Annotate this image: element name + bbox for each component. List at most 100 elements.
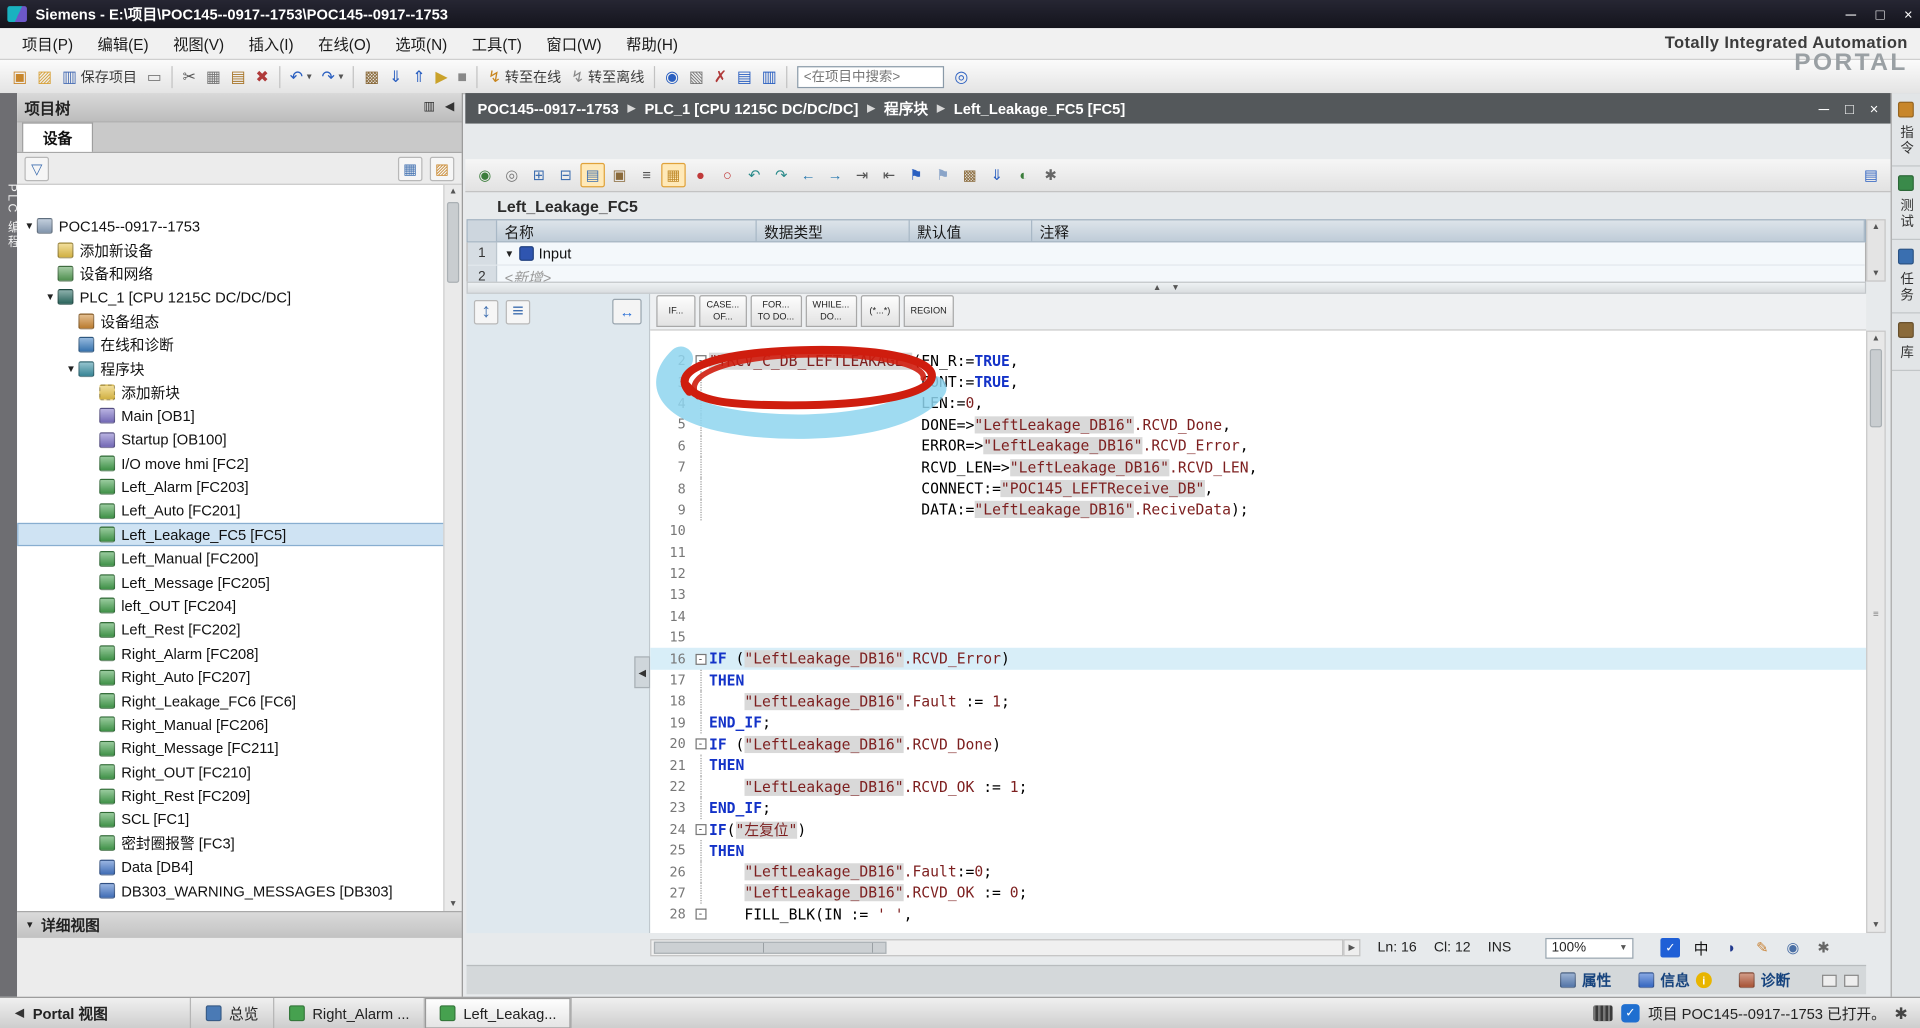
code-line[interactable]: 16-IF ("LeftLeakage_DB16".RCVD_Error) <box>650 648 1866 669</box>
code-line[interactable]: 18"LeftLeakage_DB16".Fault := 1; <box>650 691 1866 712</box>
inspector-tab-properties[interactable]: 属性 <box>1548 967 1624 993</box>
code-line[interactable]: 8CONNECT:="POC145_LEFTReceive_DB", <box>650 478 1866 499</box>
minimize-window-icon[interactable]: ─ <box>1846 6 1856 23</box>
tree-item[interactable]: 设备和网络 <box>17 262 461 286</box>
close-window-icon[interactable]: × <box>1904 6 1913 23</box>
editor-close-icon[interactable]: × <box>1870 100 1879 117</box>
tree-item[interactable]: Left_Manual [FC200] <box>17 547 461 571</box>
print-button[interactable]: ▭ <box>142 63 167 90</box>
code-line[interactable]: 27"LeftLeakage_DB16".RCVD_OK := 0; <box>650 883 1866 904</box>
search-go-button[interactable]: ◎ <box>949 63 973 90</box>
code-line[interactable]: 11 <box>650 542 1866 563</box>
code-hscrollbar[interactable] <box>650 939 1343 956</box>
collapse-panel-icon[interactable]: ◀ <box>445 100 454 113</box>
expander-icon[interactable]: ▼ <box>64 363 79 374</box>
breadcrumb-item[interactable]: 程序块 <box>884 98 928 119</box>
code-line[interactable]: 20-IF ("LeftLeakage_DB16".RCVD_Done) <box>650 734 1866 755</box>
code-line[interactable]: 4LEN:=0, <box>650 393 1866 414</box>
tree-item[interactable]: Left_Alarm [FC203] <box>17 475 461 499</box>
task-card-tasks[interactable]: 任务 <box>1892 240 1920 313</box>
touch-keyboard-icon[interactable] <box>1593 1005 1613 1021</box>
step-back-icon[interactable]: ↶ <box>742 163 766 187</box>
tab-devices[interactable]: 设备 <box>22 122 93 151</box>
interface-row[interactable]: 2<新增> <box>468 266 1865 282</box>
fold-minus-icon[interactable]: - <box>695 355 706 366</box>
upload-from-device-button[interactable]: ⇑ <box>407 63 430 90</box>
code-line[interactable]: 13 <box>650 584 1866 605</box>
fold-minus-icon[interactable]: - <box>695 653 706 664</box>
code-line[interactable]: 19END_IF; <box>650 712 1866 733</box>
cross-reference-button[interactable]: ✗ <box>709 63 732 90</box>
code-line[interactable]: 23END_IF; <box>650 797 1866 818</box>
expander-icon[interactable]: ▼ <box>22 221 37 232</box>
tree-item[interactable]: Left_Message [FC205] <box>17 570 461 594</box>
navigate-back-icon[interactable]: ← <box>796 163 820 187</box>
ime-mode-icon[interactable]: ◗ <box>1722 938 1742 958</box>
tree-item[interactable]: ▼PLC_1 [CPU 1215C DC/DC/DC] <box>17 286 461 310</box>
comment-toggle-icon[interactable]: ≡ <box>634 163 658 187</box>
code-line[interactable]: 3CONT:=TRUE, <box>650 371 1866 392</box>
zoom-select[interactable]: 100% ▼ <box>1546 937 1634 958</box>
code-line[interactable]: 24-IF("左复位") <box>650 819 1866 840</box>
project-search-input[interactable] <box>799 69 943 84</box>
block-interface-icon[interactable]: ▤ <box>580 163 604 187</box>
edit-pen-icon[interactable]: ✎ <box>1752 938 1772 958</box>
tree-item[interactable]: 密封圈报警 [FC3] <box>17 832 461 856</box>
tree-item[interactable]: ▼程序块 <box>17 357 461 381</box>
fold-minus-icon[interactable]: - <box>695 824 706 835</box>
scroll-down-icon[interactable]: ▼ <box>1867 269 1884 278</box>
snippet-while-button[interactable]: WHILE...DO... <box>805 295 856 327</box>
tree-item[interactable]: Right_Rest [FC209] <box>17 784 461 808</box>
cut-button[interactable]: ✂ <box>178 63 201 90</box>
auto-collapse-icon[interactable]: ▥ <box>423 100 435 113</box>
split-editor-vertical-button[interactable]: ▥ <box>757 63 782 90</box>
breadcrumb-item[interactable]: POC145--0917--1753 <box>478 100 619 117</box>
save-project-button[interactable]: ▥保存项目 <box>57 63 142 90</box>
tree-scrollbar[interactable]: ▲ ▼ <box>443 185 461 911</box>
interface-table-scrollbar[interactable]: ▲ ▼ <box>1866 219 1886 281</box>
variable-name-cell[interactable]: ▼Input <box>497 245 571 262</box>
menu-item[interactable]: 项目(P) <box>10 27 86 60</box>
variable-name-cell[interactable]: <新增> <box>497 266 551 281</box>
enable-monitoring-icon[interactable]: ◉ <box>473 163 497 187</box>
tree-item[interactable]: 设备组态 <box>17 309 461 333</box>
project-search-combo[interactable] <box>798 66 945 88</box>
go-online-button[interactable]: ↯转至在线 <box>483 63 566 90</box>
splitter-expand-icon[interactable]: ▼ <box>1171 283 1179 292</box>
tree-item[interactable]: left_OUT [FC204] <box>17 594 461 618</box>
tree-item[interactable]: 在线和诊断 <box>17 333 461 357</box>
code-line[interactable]: 10 <box>650 521 1866 542</box>
stop-cpu-button[interactable]: ■ <box>453 63 472 90</box>
detail-view-header[interactable]: ▾ 详细视图 <box>17 911 461 938</box>
code-line[interactable]: 7RCVD_LEN=>"LeftLeakage_DB16".RCVD_LEN, <box>650 457 1866 478</box>
download-to-device-button[interactable]: ⇓ <box>384 63 407 90</box>
snippet-for-button[interactable]: FOR...TO DO... <box>750 295 801 327</box>
code-line[interactable]: 28-FILL_BLK(IN := ' ', <box>650 904 1866 925</box>
task-card-instructions[interactable]: 指令 <box>1892 93 1920 166</box>
open-block-icon[interactable]: ▤ <box>1859 163 1883 187</box>
code-scrollbar[interactable]: ▲ ≡ ▼ <box>1866 331 1886 933</box>
start-cpu-button[interactable]: ▶ <box>430 63 452 90</box>
tree-item[interactable]: SCL [FC1] <box>17 808 461 832</box>
code-line[interactable]: 12 <box>650 563 1866 584</box>
breakpoint-set-icon[interactable]: ● <box>688 163 712 187</box>
menu-item[interactable]: 选项(N) <box>383 27 459 60</box>
insert-row-icon[interactable]: ⊞ <box>527 163 551 187</box>
outline-icon[interactable]: ≡ <box>506 300 530 324</box>
inspector-tab-diag[interactable]: 诊断 <box>1727 967 1803 993</box>
fold-toggle-icon[interactable]: - <box>692 648 709 669</box>
tree-item[interactable]: Right_Message [FC211] <box>17 737 461 761</box>
step-forward-icon[interactable]: ↷ <box>769 163 793 187</box>
online-diagnostics-button[interactable]: ◉ <box>660 63 684 90</box>
breakpoint-clear-icon[interactable]: ○ <box>715 163 739 187</box>
fold-toggle-icon[interactable]: - <box>692 350 709 371</box>
code-line[interactable]: 26"LeftLeakage_DB16".Fault:=0; <box>650 861 1866 882</box>
taskbar-editor-button[interactable]: 总览 <box>190 998 273 1028</box>
taskbar-editor-button[interactable]: Left_Leakag... <box>424 998 572 1028</box>
tree-item[interactable]: 添加新设备 <box>17 238 461 262</box>
fold-toggle-icon[interactable]: - <box>692 904 709 925</box>
menu-item[interactable]: 在线(O) <box>306 27 383 60</box>
table-code-splitter[interactable]: ▲ ▼ <box>467 282 1867 294</box>
scrollbar-grip-icon[interactable]: ≡ <box>1867 609 1884 620</box>
tree-item[interactable]: Right_OUT [FC210] <box>17 760 461 784</box>
